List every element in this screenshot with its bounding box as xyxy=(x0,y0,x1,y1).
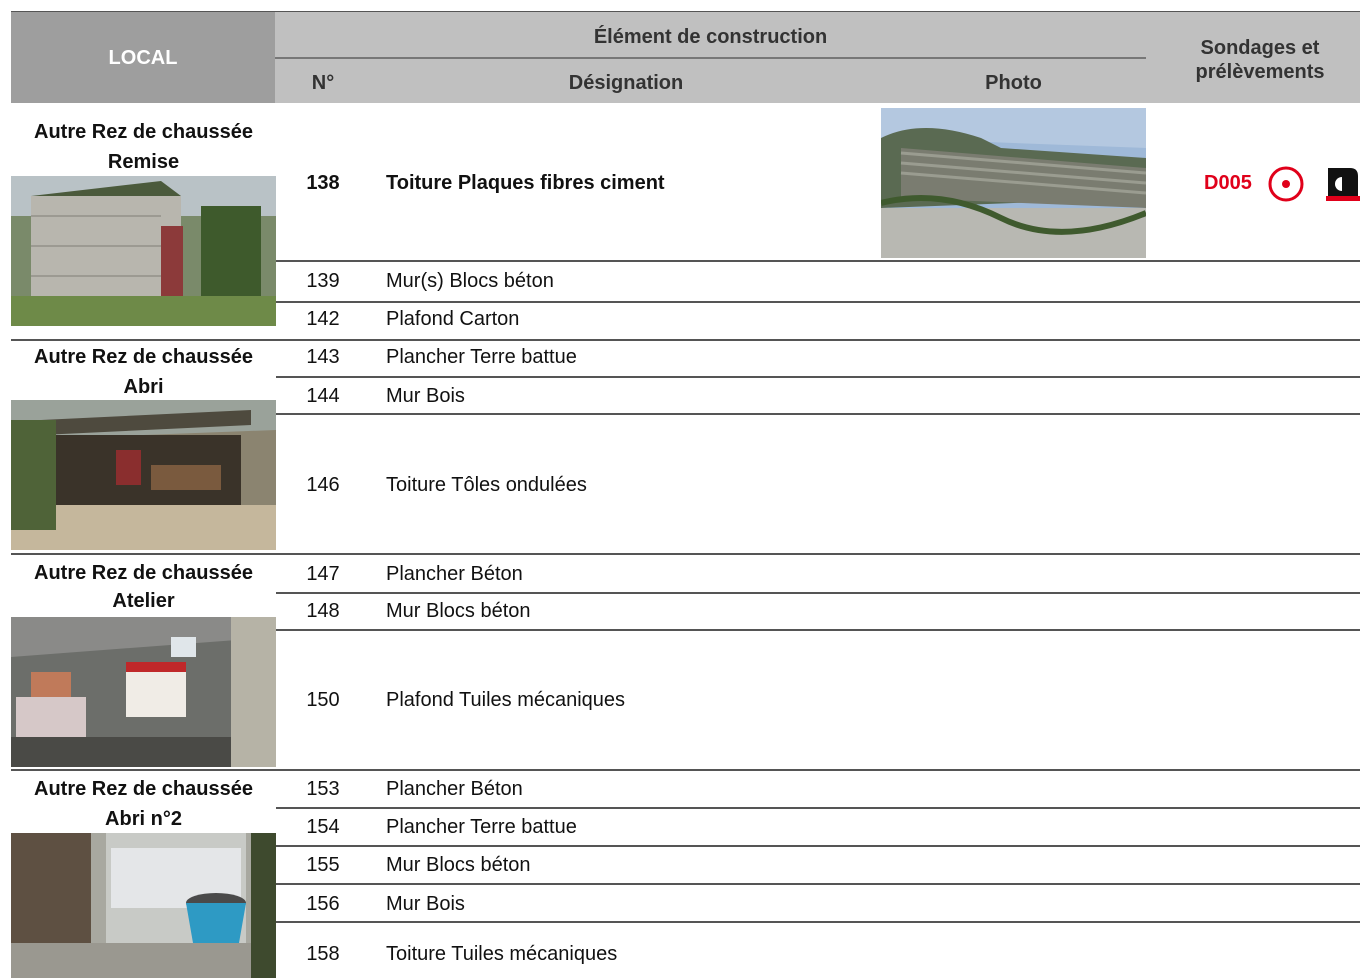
local-photo-atelier xyxy=(11,617,276,767)
local-separator-2 xyxy=(11,553,276,555)
row-designation: Toiture Plaques fibres ciment xyxy=(386,172,665,194)
row-num: 139 xyxy=(306,270,340,292)
header-sondages: Sondages et prélèvements xyxy=(1195,37,1325,83)
row-designation: Mur Bois xyxy=(386,385,465,407)
header-element: Élément de construction xyxy=(593,26,828,48)
row-divider xyxy=(276,301,1360,303)
local-2-line1: Autre Rez de chaussée xyxy=(34,346,253,368)
local-separator-1 xyxy=(11,339,276,341)
target-icon xyxy=(1268,166,1304,202)
row-num: 143 xyxy=(306,346,340,368)
local-photo-abri xyxy=(11,400,276,550)
row-divider xyxy=(276,629,1360,631)
header-divider xyxy=(275,57,1146,59)
row-divider xyxy=(276,339,1360,341)
row-designation: Plancher Béton xyxy=(386,778,523,800)
row-divider xyxy=(276,845,1360,847)
row-divider xyxy=(276,883,1360,885)
row-divider xyxy=(276,921,1360,923)
local-separator-3 xyxy=(11,769,276,771)
row-num: 138 xyxy=(306,172,340,194)
local-2-title: Autre Rez de chaussée Abri xyxy=(11,342,276,402)
row-designation: Mur Blocs béton xyxy=(386,600,531,622)
row-designation: Mur(s) Blocs béton xyxy=(386,270,554,292)
local-4-line1: Autre Rez de chaussée xyxy=(34,778,253,800)
element-photo-138 xyxy=(881,108,1146,258)
row-designation: Plancher Terre battue xyxy=(386,346,577,368)
row-num: 144 xyxy=(306,385,340,407)
row-designation: Plancher Béton xyxy=(386,563,523,585)
header-designation: Désignation xyxy=(568,72,684,94)
local-4-title: Autre Rez de chaussée Abri n°2 xyxy=(11,774,276,834)
asbestos-a-icon xyxy=(1326,168,1360,201)
local-1-line2: Remise xyxy=(107,151,180,173)
row-num: 148 xyxy=(306,600,340,622)
row-num: 147 xyxy=(306,563,340,585)
local-3-title: Autre Rez de chaussée Atelier xyxy=(11,559,276,615)
row-designation: Toiture Tôles ondulées xyxy=(386,474,587,496)
row-num: 156 xyxy=(306,893,340,915)
row-divider xyxy=(276,553,1360,555)
row-num: 150 xyxy=(306,689,340,711)
header-photo: Photo xyxy=(985,72,1042,94)
row-divider xyxy=(276,769,1360,771)
local-1-title: Autre Rez de chaussée Remise xyxy=(11,117,276,177)
local-photo-remise xyxy=(11,176,276,326)
row-num: 153 xyxy=(306,778,340,800)
row-num: 142 xyxy=(306,308,340,330)
sondage-code: D005 xyxy=(1204,172,1252,194)
local-photo-abri-2 xyxy=(11,833,276,978)
row-divider xyxy=(276,376,1360,378)
local-4-line2: Abri n°2 xyxy=(105,808,182,830)
row-designation: Plafond Carton xyxy=(386,308,520,330)
local-2-line2: Abri xyxy=(123,376,164,398)
row-designation: Plafond Tuiles mécaniques xyxy=(386,689,626,711)
row-num: 158 xyxy=(306,943,340,965)
row-divider xyxy=(276,807,1360,809)
row-divider xyxy=(276,592,1360,594)
row-designation: Toiture Tuiles mécaniques xyxy=(386,943,618,965)
row-designation: Mur Blocs béton xyxy=(386,854,531,876)
row-num: 154 xyxy=(306,816,340,838)
row-num: 155 xyxy=(306,854,340,876)
local-1-line1: Autre Rez de chaussée xyxy=(34,121,253,143)
header-num: N° xyxy=(311,72,335,94)
report-table: LOCAL Élément de construction N° Désigna… xyxy=(0,0,1360,978)
row-designation: Plancher Terre battue xyxy=(386,816,577,838)
local-3-line1: Autre Rez de chaussée xyxy=(34,562,253,584)
row-designation: Mur Bois xyxy=(386,893,465,915)
row-divider xyxy=(276,413,1360,415)
row-num: 146 xyxy=(306,474,340,496)
row-divider xyxy=(276,260,1360,262)
header-local: LOCAL xyxy=(11,12,275,103)
local-3-line2: Atelier xyxy=(112,590,175,612)
